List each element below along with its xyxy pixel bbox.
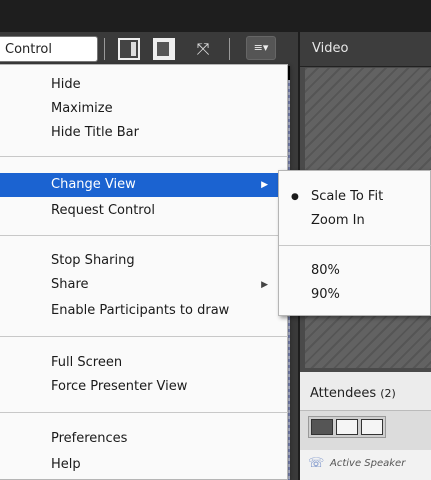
menu-separator (0, 156, 288, 157)
menu-item-hide-title-bar[interactable]: Hide Title Bar (0, 121, 278, 145)
speaker-icon: ☏ (308, 456, 325, 471)
menu-item-label: Help (51, 457, 81, 472)
active-speaker-label: Active Speaker (330, 458, 406, 469)
submenu-item-90[interactable]: 90% (279, 283, 431, 307)
submenu-item-label: Zoom In (311, 213, 365, 228)
list-view-icon[interactable] (311, 419, 333, 435)
menu-item-label: Change View (51, 177, 136, 192)
menu-item-label: Share (51, 277, 89, 292)
menu-item-request-control[interactable]: Request Control (0, 199, 278, 223)
menu-item-label: Force Presenter View (51, 379, 188, 394)
submenu-arrow-icon: ▶ (261, 280, 268, 290)
toolbar-divider (104, 38, 105, 60)
layout-fill-icon[interactable] (153, 38, 175, 60)
checked-bullet-icon: ● (291, 192, 299, 202)
attendees-count: (2) (380, 387, 396, 400)
menu-item-label: Stop Sharing (51, 253, 135, 268)
submenu-item-label: Scale To Fit (311, 189, 384, 204)
layout-sidebar-icon[interactable] (118, 38, 140, 60)
menu-item-label: Hide Title Bar (51, 125, 139, 140)
menu-item-enable-participants-draw[interactable]: Enable Participants to draw (0, 299, 278, 323)
submenu-item-zoom-in[interactable]: Zoom In (279, 209, 431, 233)
submenu-separator (279, 245, 431, 246)
toolbar-divider (229, 38, 230, 60)
attendees-title-label: Attendees (310, 386, 377, 401)
submenu-item-label: 90% (311, 287, 340, 302)
menu-item-label: Request Control (51, 203, 155, 218)
menu-item-label: Hide (51, 77, 81, 92)
menu-item-force-presenter-view[interactable]: Force Presenter View (0, 375, 278, 399)
menu-item-stop-sharing[interactable]: Stop Sharing (0, 249, 278, 273)
menu-item-preferences[interactable]: Preferences (0, 427, 278, 451)
change-view-submenu: ● Scale To Fit Zoom In 80% 90% (278, 170, 431, 316)
menu-item-hide[interactable]: Hide (0, 73, 278, 97)
attendees-pod-title: Attendees (2) (310, 372, 396, 410)
submenu-item-scale-to-fit[interactable]: ● Scale To Fit (279, 185, 431, 209)
menu-item-full-screen[interactable]: Full Screen (0, 351, 278, 375)
pod-options-icon[interactable]: ≡▾ (246, 36, 276, 60)
menu-item-label: Enable Participants to draw (51, 303, 230, 318)
menu-separator (0, 235, 288, 236)
pod-options-menu: Hide Maximize Hide Title Bar Change View… (0, 64, 288, 480)
menu-separator (0, 412, 288, 413)
control-button[interactable]: Control (0, 36, 98, 62)
grid-view-icon[interactable] (336, 419, 358, 435)
menu-item-share[interactable]: Share ▶ (0, 273, 278, 297)
submenu-item-label: 80% (311, 263, 340, 278)
menu-item-label: Full Screen (51, 355, 123, 370)
video-pod-title: Video (312, 41, 349, 56)
menu-item-label: Maximize (51, 101, 113, 116)
menu-item-change-view[interactable]: Change View ▶ (0, 173, 278, 197)
submenu-arrow-icon: ▶ (261, 180, 268, 190)
menu-separator (0, 336, 288, 337)
menu-item-label: Preferences (51, 431, 128, 446)
menu-item-maximize[interactable]: Maximize (0, 97, 278, 121)
submenu-item-80[interactable]: 80% (279, 259, 431, 283)
menu-item-help[interactable]: Help (0, 453, 278, 477)
fullscreen-arrows-icon[interactable]: ⤧ (192, 38, 214, 60)
attendee-detail-icon[interactable] (361, 419, 383, 435)
